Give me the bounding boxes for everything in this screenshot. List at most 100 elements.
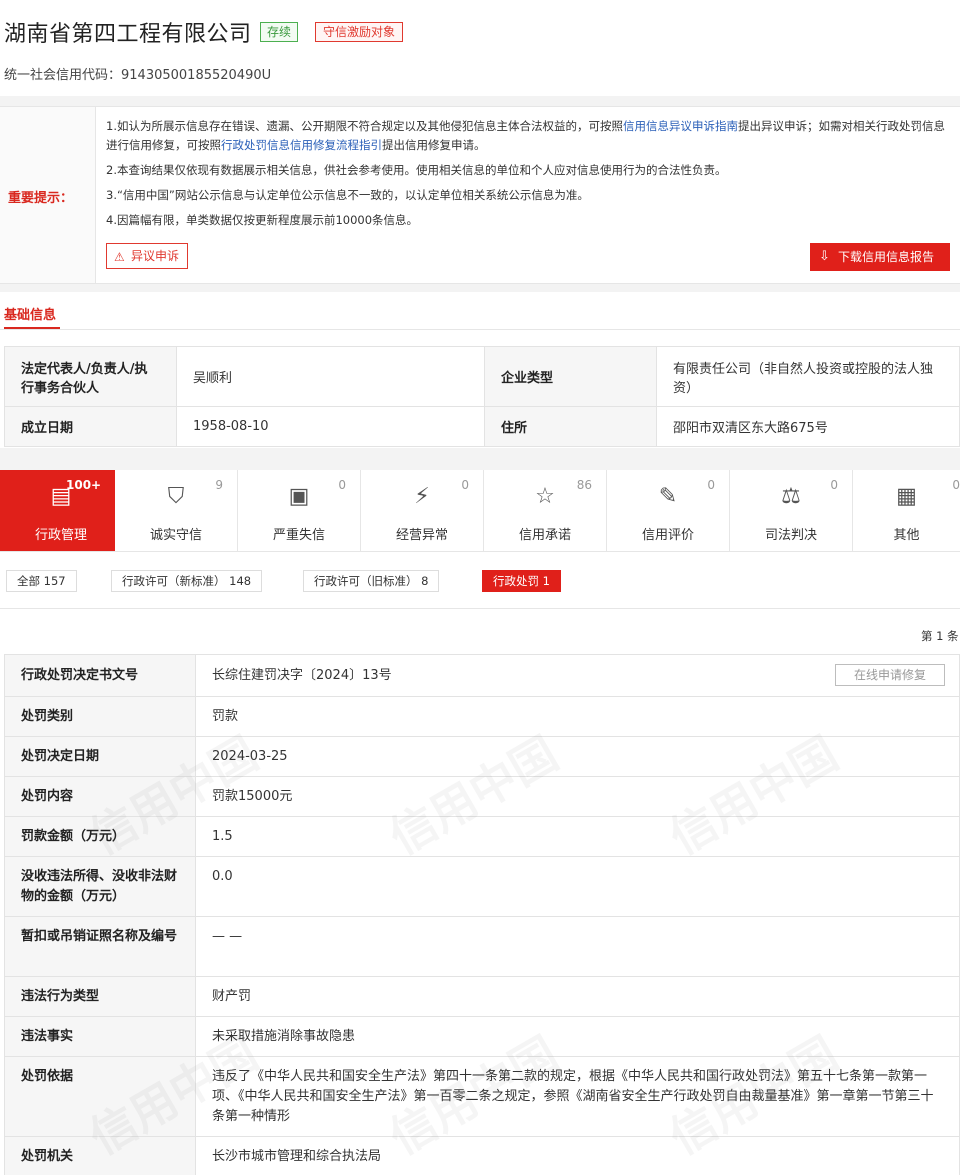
download-button-label: 下载信用信息报告: [837, 250, 934, 264]
tab-abnormal[interactable]: 0 ⚡ 经营异常: [361, 470, 484, 552]
row-value: 财产罚: [195, 976, 960, 1017]
row-label: 行政处罚决定书文号: [4, 654, 196, 697]
repair-guide-link[interactable]: 行政处罚信息信用修复流程指引: [221, 138, 382, 152]
tab-other[interactable]: 0 ▦ 其他: [853, 470, 960, 552]
table-row: 行政处罚决定书文号 长综住建罚决字〔2024〕13号 在线申请修复: [4, 654, 960, 697]
table-row: 成立日期 1958-08-10 住所 邵阳市双清区东大路675号: [4, 406, 960, 447]
tab-label: 诚实守信: [149, 528, 202, 543]
filter-license-old[interactable]: 行政许可（旧标准） 8: [303, 570, 440, 592]
table-row: 处罚依据 违反了《中华人民共和国安全生产法》第四十一条第二款的规定，根据《中华人…: [4, 1056, 960, 1137]
dishonest-icon: ▣: [288, 484, 310, 509]
table-row: 违法行为类型 财产罚: [4, 976, 960, 1017]
row-value: 罚款15000元: [195, 776, 960, 817]
table-row: 处罚机关 长沙市城市管理和综合执法局: [4, 1136, 960, 1175]
table-row: 处罚内容 罚款15000元: [4, 776, 960, 817]
row-value: 违反了《中华人民共和国安全生产法》第四十一条第二款的规定，根据《中华人民共和国行…: [195, 1056, 960, 1137]
addr-label: 住所: [484, 406, 657, 447]
row-value: 0.0: [195, 856, 960, 917]
row-label: 处罚决定日期: [4, 736, 196, 777]
cloud-download-icon: ⇩: [819, 249, 830, 264]
tab-label: 经营异常: [395, 528, 448, 543]
filter-all[interactable]: 全部 157: [6, 570, 77, 592]
other-doc-icon: ▦: [896, 484, 917, 509]
divider-line: [0, 608, 960, 609]
company-name: 湖南省第四工程有限公司: [4, 22, 252, 47]
penalty-detail-table: 行政处罚决定书文号 长综住建罚决字〔2024〕13号 在线申请修复 处罚类别 罚…: [4, 654, 960, 1175]
filter-penalty[interactable]: 行政处罚 1: [482, 570, 561, 592]
download-report-button[interactable]: ⇩ 下载信用信息报告: [810, 243, 950, 271]
admin-doc-icon: ▤: [50, 484, 72, 509]
basic-info-header: 基础信息: [0, 292, 960, 330]
notice-label: 重要提示：: [8, 191, 74, 206]
type-label: 企业类型: [484, 346, 657, 407]
tab-label: 其他: [893, 528, 920, 543]
status-badge: 存续: [260, 22, 299, 42]
row-label: 处罚依据: [4, 1056, 196, 1137]
tab-label: 司法判决: [764, 528, 817, 543]
notice-line-2: 2.本查询结果仅依现有数据展示相关信息，供社会参考使用。使用相关信息的单位和个人…: [106, 163, 727, 177]
alarm-icon: ⚡: [414, 484, 430, 509]
row-label: 处罚机关: [4, 1136, 196, 1175]
tab-label: 严重失信: [272, 528, 325, 543]
tab-label: 行政管理: [34, 528, 87, 543]
company-header: 湖南省第四工程有限公司 存续 守信激励对象 统一社会信用代码：914305001…: [0, 0, 960, 96]
online-repair-button[interactable]: 在线申请修复: [835, 664, 945, 686]
row-value: 1.5: [195, 816, 960, 857]
judgement-icon: ⚖: [781, 484, 801, 509]
category-tabs: 100+ ▤ 行政管理 9 ⛉ 诚实守信 0 ▣ 严重失信 0 ⚡ 经营异常 8…: [0, 470, 960, 552]
credit-code: 统一社会信用代码：91430500185520490U: [4, 64, 271, 83]
tab-dishonest[interactable]: 0 ▣ 严重失信: [238, 470, 361, 552]
addr-value: 邵阳市双清区东大路675号: [656, 406, 960, 447]
row-label: 罚款金额（万元）: [4, 816, 196, 857]
divider-band: [0, 284, 960, 292]
tab-admin-management[interactable]: 100+ ▤ 行政管理: [0, 470, 123, 552]
row-label: 违法行为类型: [4, 976, 196, 1017]
tab-honest[interactable]: 9 ⛉ 诚实守信: [115, 470, 238, 552]
row-value: 罚款: [195, 696, 960, 737]
row-label: 处罚内容: [4, 776, 196, 817]
credit-code-label: 统一社会信用代码：: [4, 68, 122, 83]
evaluation-icon: ✎: [658, 484, 678, 509]
table-row: 没收违法所得、没收非法财物的金额（万元） 0.0: [4, 856, 960, 917]
row-value: 长沙市城市管理和综合执法局: [195, 1136, 960, 1175]
tab-label: 信用评价: [641, 528, 694, 543]
row-label: 处罚类别: [4, 696, 196, 737]
filter-license-new[interactable]: 行政许可（新标准） 148: [111, 570, 263, 592]
rep-label: 法定代表人/负责人/执行事务合伙人: [4, 346, 177, 407]
table-row: 违法事实 未采取措施消除事故隐患: [4, 1016, 960, 1057]
notice-text: 提出信用修复申请。: [382, 138, 486, 152]
row-value: 2024-03-25: [195, 736, 960, 777]
notice-body: 1.如认为所展示信息存在错误、遗漏、公开期限不符合规定以及其他侵犯信息主体合法权…: [106, 117, 956, 236]
row-label: 没收违法所得、没收非法财物的金额（万元）: [4, 856, 196, 917]
table-row: 法定代表人/负责人/执行事务合伙人 吴顺利 企业类型 有限责任公司（非自然人投资…: [4, 346, 960, 407]
objection-guide-link[interactable]: 信用信息异议申诉指南: [623, 119, 738, 133]
tab-promise[interactable]: 86 ☆ 信用承诺: [484, 470, 607, 552]
incentive-badge: 守信激励对象: [315, 22, 404, 42]
row-value: 未采取措施消除事故隐患: [195, 1016, 960, 1057]
credit-code-value: 91430500185520490U: [121, 68, 272, 83]
date-value: 1958-08-10: [176, 406, 485, 447]
active-tab-underline: [4, 327, 60, 329]
table-row: 暂扣或吊销证照名称及编号 — —: [4, 916, 960, 977]
date-label: 成立日期: [4, 406, 177, 447]
table-row: 处罚决定日期 2024-03-25: [4, 736, 960, 777]
page-indicator: 第 1 条: [921, 629, 959, 643]
row-value: — —: [195, 916, 960, 977]
table-row: 罚款金额（万元） 1.5: [4, 816, 960, 857]
person-alert-icon: ⚠: [114, 250, 125, 264]
table-row: 处罚类别 罚款: [4, 696, 960, 737]
notice-line-1: 1.如认为所展示信息存在错误、遗漏、公开期限不符合规定以及其他侵犯信息主体合法权…: [106, 117, 956, 155]
objection-button-label: 异议申诉: [131, 249, 180, 263]
tab-judgement[interactable]: 0 ⚖ 司法判决: [730, 470, 853, 552]
objection-button[interactable]: ⚠ 异议申诉: [106, 243, 189, 269]
tab-evaluation[interactable]: 0 ✎ 信用评价: [607, 470, 730, 552]
important-notice: 重要提示： 1.如认为所展示信息存在错误、遗漏、公开期限不符合规定以及其他侵犯信…: [0, 106, 960, 284]
divider-band: [0, 448, 960, 470]
promise-doc-icon: ☆: [535, 484, 555, 509]
honest-shield-icon: ⛉: [167, 484, 185, 509]
type-value: 有限责任公司（非自然人投资或控股的法人独资）: [656, 346, 960, 407]
row-label: 暂扣或吊销证照名称及编号: [4, 916, 196, 977]
basic-info-title[interactable]: 基础信息: [4, 304, 56, 323]
decision-number: 长综住建罚决字〔2024〕13号: [212, 668, 392, 683]
notice-text: 1.如认为所展示信息存在错误、遗漏、公开期限不符合规定以及其他侵犯信息主体合法权…: [106, 119, 623, 133]
